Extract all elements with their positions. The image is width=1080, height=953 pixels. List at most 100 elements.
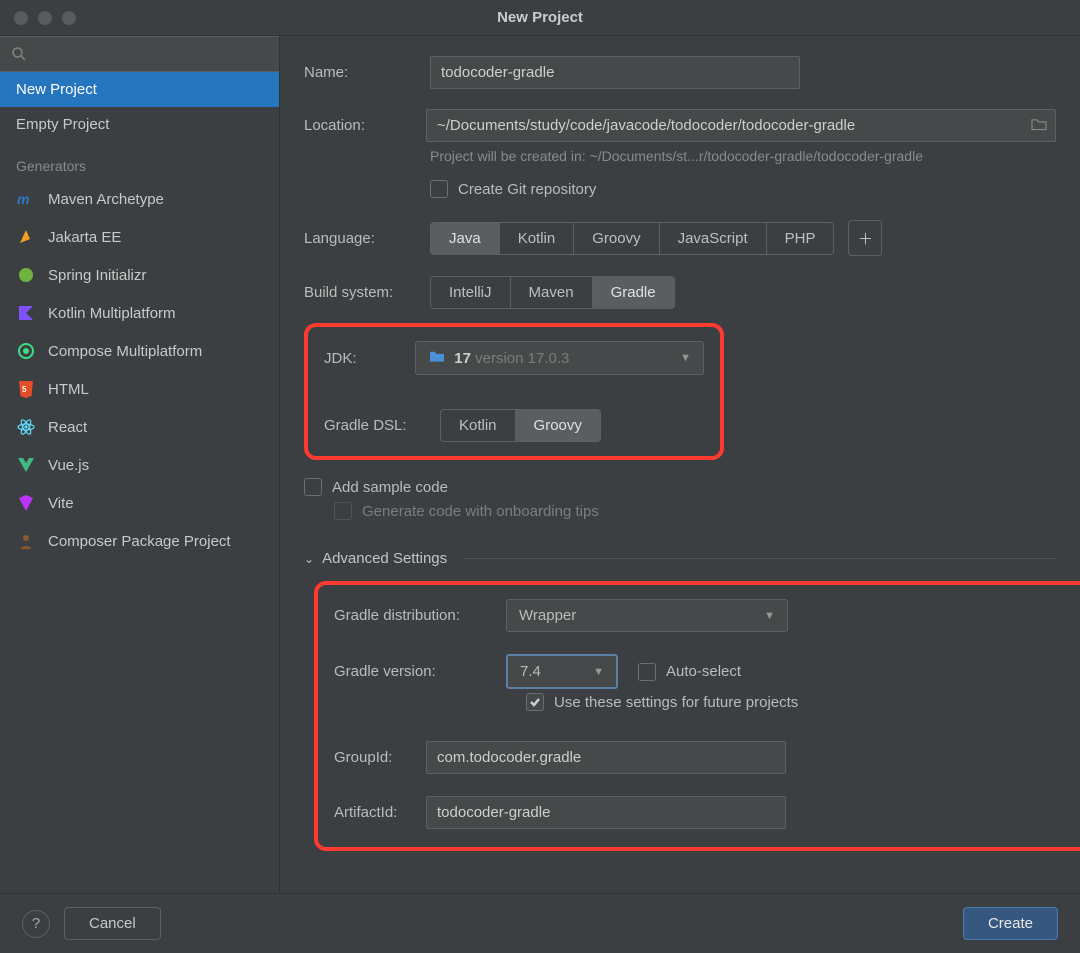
sidebar-item-label: Maven Archetype (48, 191, 164, 208)
react-icon (16, 417, 36, 437)
sidebar-item-label: React (48, 419, 87, 436)
auto-select-label: Auto-select (666, 663, 741, 680)
sidebar: New ProjectEmpty Project Generators m Mav… (0, 36, 280, 893)
name-input[interactable] (430, 56, 800, 89)
onboarding-checkbox[interactable] (334, 502, 352, 520)
search-icon (10, 45, 28, 63)
html-icon: 5 (16, 379, 36, 399)
create-button[interactable]: Create (963, 907, 1058, 940)
vite-icon (16, 493, 36, 513)
sidebar-item-composer-package-project[interactable]: Composer Package Project (0, 522, 279, 560)
git-checkbox-label: Create Git repository (458, 181, 596, 198)
jdk-dropdown[interactable]: 17 version 17.0.3 ▼ (415, 341, 704, 375)
language-option-kotlin[interactable]: Kotlin (500, 223, 575, 254)
sidebar-item-maven-archetype[interactable]: m Maven Archetype (0, 180, 279, 218)
sidebar-item-label: Jakarta EE (48, 229, 121, 246)
language-option-java[interactable]: Java (431, 223, 500, 254)
sidebar-item-compose-multiplatform[interactable]: Compose Multiplatform (0, 332, 279, 370)
jdk-label: JDK: (324, 350, 415, 367)
future-settings-label: Use these settings for future projects (554, 694, 798, 711)
compose-icon (16, 341, 36, 361)
sample-code-checkbox[interactable] (304, 478, 322, 496)
sidebar-item-jakarta-ee[interactable]: Jakarta EE (0, 218, 279, 256)
dsl-segmented: KotlinGroovy (440, 409, 601, 442)
git-checkbox[interactable] (430, 180, 448, 198)
gradle-dist-value: Wrapper (519, 607, 576, 624)
build-option-maven[interactable]: Maven (511, 277, 593, 308)
dsl-option-kotlin[interactable]: Kotlin (441, 410, 516, 441)
gradle-ver-value: 7.4 (520, 663, 541, 680)
gradle-dist-dropdown[interactable]: Wrapper ▼ (506, 599, 788, 632)
groupid-input[interactable] (426, 741, 786, 774)
sidebar-item-label: Spring Initializr (48, 267, 146, 284)
artifactid-input[interactable] (426, 796, 786, 829)
location-hint: Project will be created in: ~/Documents/… (430, 148, 1056, 164)
sidebar-item-vue-js[interactable]: Vue.js (0, 446, 279, 484)
window-title: New Project (0, 9, 1080, 26)
build-label: Build system: (304, 284, 430, 301)
highlight-advanced: Gradle distribution: Wrapper ▼ Gradle ve… (314, 581, 1080, 851)
maven-icon: m (16, 189, 36, 209)
sidebar-item-spring-initializr[interactable]: Spring Initializr (0, 256, 279, 294)
future-settings-checkbox[interactable] (526, 693, 544, 711)
chevron-down-icon: ⌄ (304, 552, 314, 566)
sidebar-item-vite[interactable]: Vite (0, 484, 279, 522)
language-option-php[interactable]: PHP (767, 223, 834, 254)
auto-select-checkbox[interactable] (638, 663, 656, 681)
add-language-button[interactable]: ＋ (848, 220, 882, 256)
advanced-header-label: Advanced Settings (322, 550, 447, 567)
spring-icon (16, 265, 36, 285)
sidebar-item-html[interactable]: 5 HTML (0, 370, 279, 408)
dsl-option-groovy[interactable]: Groovy (516, 410, 600, 441)
generators-header: Generators (0, 142, 279, 180)
cancel-button[interactable]: Cancel (64, 907, 161, 940)
sidebar-item-label: Composer Package Project (48, 533, 231, 550)
language-option-groovy[interactable]: Groovy (574, 223, 659, 254)
gradle-ver-dropdown[interactable]: 7.4 ▼ (506, 654, 618, 689)
titlebar: New Project (0, 0, 1080, 36)
svg-text:5: 5 (22, 385, 27, 394)
sidebar-item-label: Kotlin Multiplatform (48, 305, 176, 322)
gradle-ver-label: Gradle version: (334, 663, 506, 680)
sidebar-item-label: Vite (48, 495, 74, 512)
help-button[interactable]: ? (22, 910, 50, 938)
build-segmented: IntelliJMavenGradle (430, 276, 675, 309)
language-segmented: JavaKotlinGroovyJavaScriptPHP (430, 222, 834, 255)
language-label: Language: (304, 230, 430, 247)
kotlin-icon (16, 303, 36, 323)
sidebar-item-label: HTML (48, 381, 89, 398)
dsl-label: Gradle DSL: (324, 417, 440, 434)
sidebar-item-label: Compose Multiplatform (48, 343, 202, 360)
gradle-dist-label: Gradle distribution: (334, 607, 506, 624)
divider (463, 558, 1056, 559)
search-input-wrap[interactable] (0, 36, 279, 72)
sidebar-item-kotlin-multiplatform[interactable]: Kotlin Multiplatform (0, 294, 279, 332)
sidebar-item-new-project[interactable]: New Project (0, 72, 279, 107)
groupid-label: GroupId: (334, 749, 426, 766)
name-label: Name: (304, 64, 430, 81)
location-label: Location: (304, 117, 426, 134)
artifactid-label: ArtifactId: (334, 804, 426, 821)
sample-code-label: Add sample code (332, 479, 448, 496)
chevron-down-icon: ▼ (680, 352, 691, 364)
jdk-version-major: 17 (454, 350, 471, 367)
language-option-javascript[interactable]: JavaScript (660, 223, 767, 254)
vue-icon (16, 455, 36, 475)
sidebar-item-react[interactable]: React (0, 408, 279, 446)
sidebar-item-empty-project[interactable]: Empty Project (0, 107, 279, 142)
jdk-version-detail: version 17.0.3 (475, 350, 569, 367)
advanced-header[interactable]: ⌄ Advanced Settings (304, 550, 1056, 567)
search-input[interactable] (34, 46, 269, 63)
browse-folder-icon[interactable] (1030, 117, 1048, 135)
svg-text:m: m (17, 191, 29, 207)
footer: ? Cancel Create (0, 893, 1080, 953)
chevron-down-icon: ▼ (764, 610, 775, 622)
composer-icon (16, 531, 36, 551)
highlight-jdk-dsl: JDK: 17 version 17.0.3 ▼ Gradle DSL: Kot… (304, 323, 724, 460)
jakarta-icon (16, 227, 36, 247)
location-input[interactable] (426, 109, 1056, 142)
build-option-gradle[interactable]: Gradle (593, 277, 674, 308)
build-option-intellij[interactable]: IntelliJ (431, 277, 511, 308)
main-panel: Name: Location: Project will be created … (280, 36, 1080, 893)
onboarding-label: Generate code with onboarding tips (362, 503, 599, 520)
